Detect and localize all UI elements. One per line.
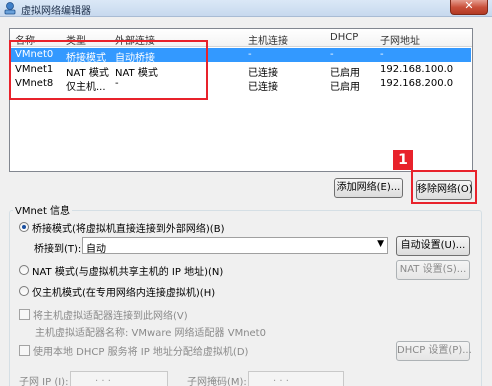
adapter-name-label: 主机虚拟适配器名称: VMware 网络适配器 VMnet0 <box>35 328 266 339</box>
row-type: 桥接模式 <box>66 53 106 64</box>
row-subnet: 192.168.200.0 <box>380 78 454 89</box>
row-name: VMnet0 <box>15 49 54 60</box>
row-dhcp: 已启用 <box>330 82 360 93</box>
step-badge: 1 <box>393 150 413 170</box>
table-row-vmnet0[interactable]: VMnet0 桥接模式 自动桥接 - - - <box>11 48 471 64</box>
subnet-mask-label: 子网掩码(M): <box>187 377 247 386</box>
subnet-ip-input[interactable]: . . . <box>70 371 168 386</box>
hostonly-mode-label[interactable]: 仅主机模式(在专用网络内连接虚拟机)(H) <box>32 284 215 299</box>
hostonly-mode-radio[interactable] <box>19 286 29 296</box>
row-external: 自动桥接 <box>115 53 155 64</box>
use-dhcp-label[interactable]: 使用本地 DHCP 服务将 IP 地址分配给虚拟机(D) <box>33 343 248 358</box>
use-dhcp-checkbox[interactable] <box>19 345 30 356</box>
network-app-icon <box>4 2 16 15</box>
nat-mode-label[interactable]: NAT 模式(与虚拟机共享主机的 IP 地址)(N) <box>32 263 223 278</box>
row-type: 仅主机... <box>66 82 106 93</box>
table-row-vmnet8[interactable]: VMnet8 仅主机... - 已连接 已启用 192.168.200.0 <box>11 77 471 93</box>
nat-mode-radio[interactable] <box>19 265 29 275</box>
dropdown-arrow-icon: ▼ <box>377 239 384 249</box>
row-dhcp: - <box>330 49 334 60</box>
column-header-name[interactable]: 名称 <box>15 32 35 47</box>
connect-adapter-checkbox[interactable] <box>19 309 30 320</box>
close-button[interactable]: ✕ <box>450 0 488 15</box>
bridged-mode-radio[interactable] <box>19 222 29 232</box>
connect-adapter-label[interactable]: 将主机虚拟适配器连接到此网络(V) <box>33 307 188 322</box>
row-name: VMnet8 <box>15 78 54 89</box>
column-header-dhcp[interactable]: DHCP <box>330 32 358 43</box>
subnet-mask-placeholder: . . . <box>273 373 289 384</box>
row-host: 已连接 <box>248 82 278 93</box>
close-icon: ✕ <box>464 0 474 12</box>
table-row-vmnet1[interactable]: VMnet1 NAT 模式 NAT 模式 已连接 已启用 192.168.100… <box>11 63 471 79</box>
subnet-ip-placeholder: . . . <box>95 373 111 384</box>
nat-settings-button[interactable]: NAT 设置(S)... <box>396 260 470 280</box>
bridged-to-value: 自动 <box>86 244 106 255</box>
row-subnet: 192.168.100.0 <box>380 64 454 75</box>
add-network-button[interactable]: 添加网络(E)... <box>334 178 403 198</box>
column-header-host[interactable]: 主机连接 <box>248 32 288 47</box>
bridged-to-label: 桥接到(T): <box>34 244 82 255</box>
vmnet-info-title: VMnet 信息 <box>13 202 73 217</box>
row-subnet: - <box>380 49 384 60</box>
auto-settings-button[interactable]: 自动设置(U)... <box>396 236 470 256</box>
title-bar: 虚拟网络编辑器 ✕ <box>0 0 492 17</box>
column-header-subnet[interactable]: 子网地址 <box>380 32 420 47</box>
dhcp-settings-button[interactable]: DHCP 设置(P)... <box>396 341 472 361</box>
list-header: 名称 类型 外部连接 主机连接 DHCP 子网地址 <box>10 29 472 47</box>
bridged-mode-label[interactable]: 桥接模式(将虚拟机直接连接到外部网络)(B) <box>32 220 224 235</box>
subnet-ip-label: 子网 IP (I): <box>19 377 69 386</box>
column-header-external[interactable]: 外部连接 <box>115 32 155 47</box>
row-host: - <box>248 49 252 60</box>
row-external: - <box>115 78 119 89</box>
remove-network-button[interactable]: 移除网络(O) <box>416 180 473 200</box>
bridged-to-select[interactable]: 自动 ▼ <box>82 237 388 255</box>
window-title: 虚拟网络编辑器 <box>21 6 91 17</box>
row-name: VMnet1 <box>15 64 54 75</box>
column-header-type[interactable]: 类型 <box>66 32 86 47</box>
subnet-mask-input[interactable]: . . . <box>248 371 344 386</box>
